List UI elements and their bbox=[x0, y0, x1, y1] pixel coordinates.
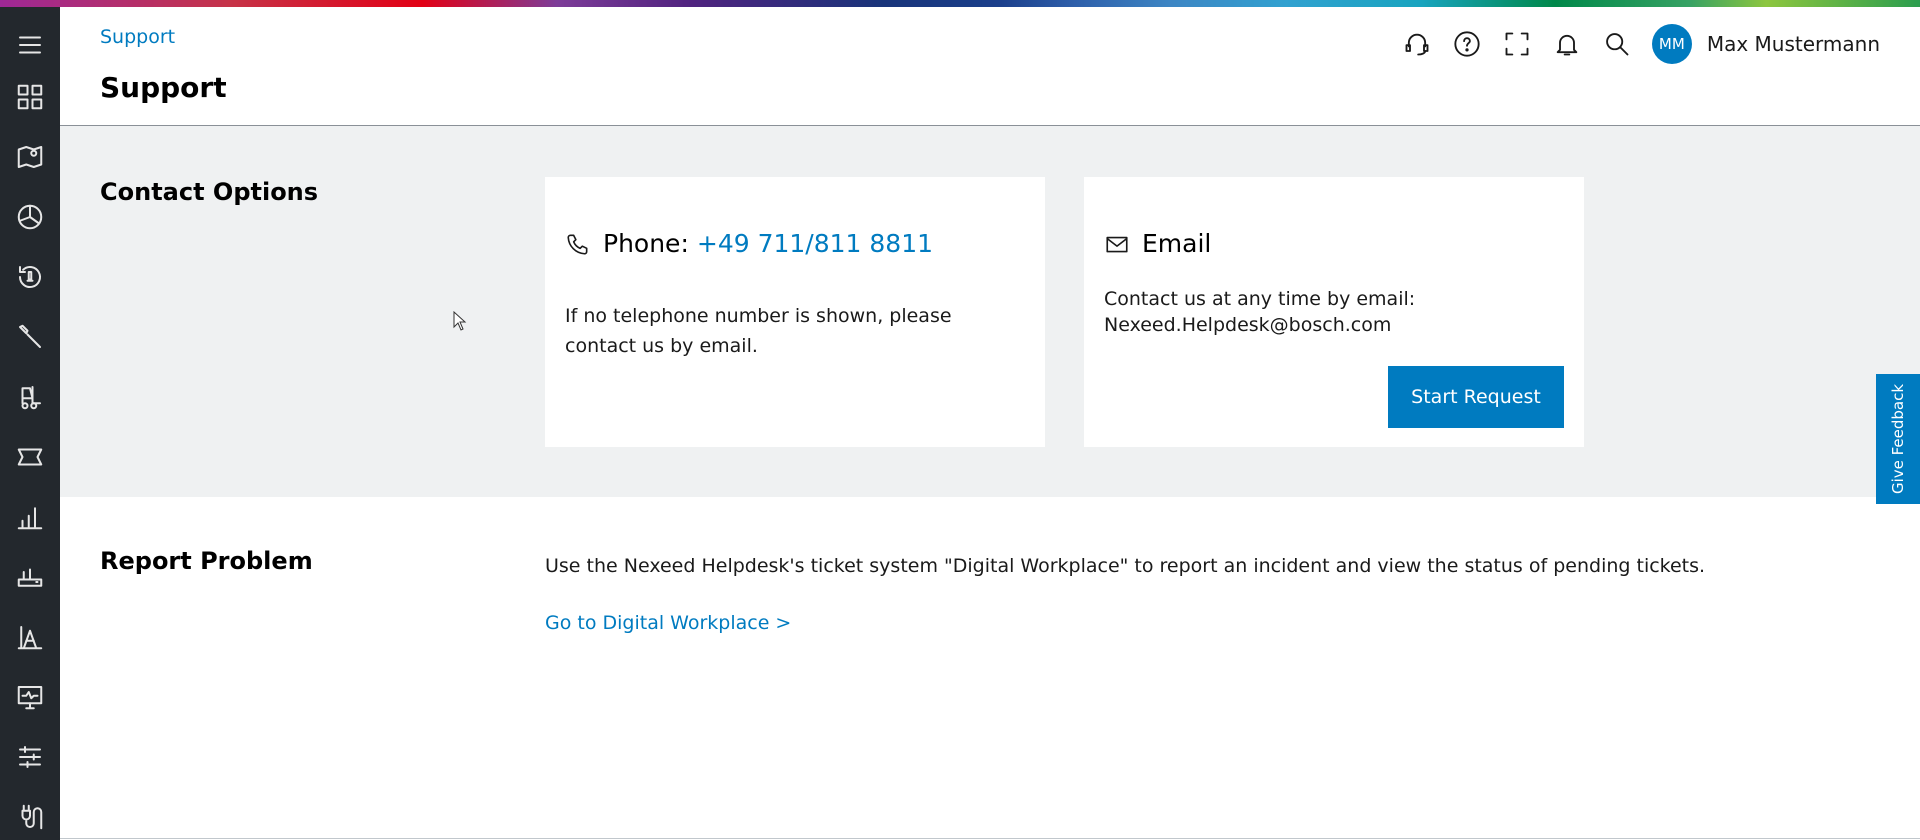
give-feedback-label: Give Feedback bbox=[1889, 383, 1908, 495]
avatar[interactable]: MM bbox=[1651, 24, 1692, 64]
page-title: Support bbox=[100, 71, 227, 104]
bell-icon[interactable] bbox=[1552, 29, 1582, 59]
digital-workplace-link[interactable]: Go to Digital Workplace > bbox=[545, 612, 791, 634]
mail-icon bbox=[1106, 236, 1128, 252]
email-card: Email Contact us at any time by email: N… bbox=[1084, 177, 1584, 447]
contact-options-title: Contact Options bbox=[100, 178, 319, 206]
brand-color-bar bbox=[0, 0, 1920, 7]
alarm-history-icon[interactable] bbox=[14, 261, 46, 293]
phone-icon bbox=[567, 234, 588, 255]
phone-heading: Phone: +49 711/811 8811 bbox=[565, 229, 933, 258]
sidebar bbox=[0, 7, 60, 840]
triangle-chart-icon[interactable] bbox=[14, 621, 46, 653]
menu-icon[interactable] bbox=[14, 29, 46, 61]
email-info-line: Contact us at any time by email: bbox=[1104, 288, 1416, 310]
mouse-cursor-icon bbox=[453, 311, 467, 331]
help-icon[interactable] bbox=[1452, 29, 1482, 59]
forklift-icon[interactable] bbox=[14, 381, 46, 413]
wrench-icon[interactable] bbox=[14, 321, 46, 353]
email-info: Contact us at any time by email: Nexeed.… bbox=[1104, 286, 1564, 338]
email-label: Email bbox=[1142, 229, 1212, 258]
phone-note: If no telephone number is shown, please … bbox=[565, 305, 952, 357]
report-description: Use the Nexeed Helpdesk's ticket system … bbox=[545, 555, 1706, 577]
bottom-divider bbox=[60, 838, 1920, 839]
header-actions: MM Max Mustermann bbox=[1402, 19, 1880, 69]
ticket-icon[interactable] bbox=[14, 441, 46, 473]
monitor-icon[interactable] bbox=[14, 681, 46, 713]
map-icon[interactable] bbox=[14, 141, 46, 173]
search-icon[interactable] bbox=[1602, 29, 1632, 59]
phone-label: Phone: bbox=[603, 229, 689, 258]
phone-card: Phone: +49 711/811 8811 If no telephone … bbox=[545, 177, 1045, 447]
pie-chart-icon[interactable] bbox=[14, 201, 46, 233]
headset-icon[interactable] bbox=[1402, 29, 1432, 59]
breadcrumb[interactable]: Support bbox=[100, 26, 175, 48]
cable-icon[interactable] bbox=[14, 801, 46, 833]
user-name[interactable]: Max Mustermann bbox=[1707, 32, 1880, 56]
bar-chart-icon[interactable] bbox=[14, 501, 46, 533]
report-problem-title: Report Problem bbox=[100, 547, 313, 575]
email-heading: Email bbox=[1104, 229, 1211, 258]
give-feedback-tab[interactable]: Give Feedback bbox=[1876, 374, 1920, 504]
dashboard-icon[interactable] bbox=[14, 81, 46, 113]
page-header: Support Support MM Max Mustermann bbox=[60, 7, 1920, 126]
fullscreen-icon[interactable] bbox=[1502, 29, 1532, 59]
router-icon[interactable] bbox=[14, 561, 46, 593]
contact-options-section: Contact Options Phone: +49 711/811 8811 … bbox=[60, 126, 1920, 497]
start-request-button[interactable]: Start Request bbox=[1388, 366, 1564, 428]
sliders-icon[interactable] bbox=[14, 741, 46, 773]
email-address: Nexeed.Helpdesk@bosch.com bbox=[1104, 314, 1392, 336]
phone-number-link[interactable]: +49 711/811 8811 bbox=[697, 229, 933, 258]
